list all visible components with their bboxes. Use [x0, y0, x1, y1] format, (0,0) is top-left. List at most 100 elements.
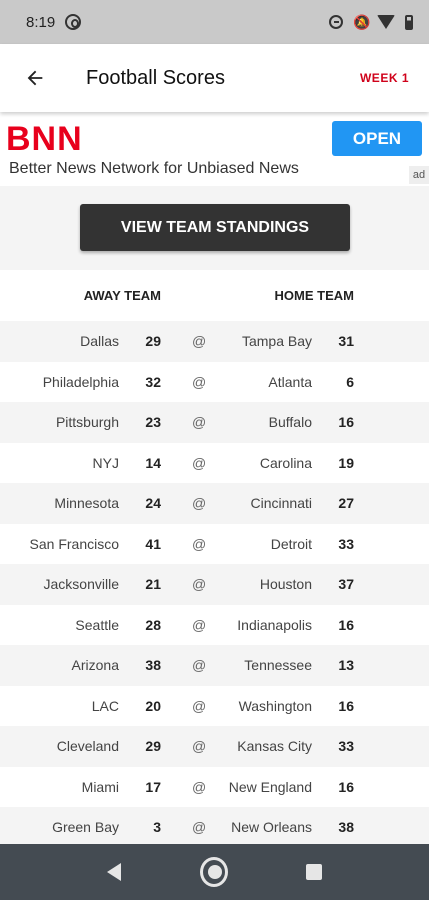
away-team-name: LAC — [91, 697, 119, 714]
back-triangle-icon — [107, 863, 121, 881]
ad-banner[interactable]: BNN Better News Network for Unbiased New… — [0, 116, 429, 186]
status-bar: 8:19 🔕 — [0, 0, 429, 44]
at-separator: @ — [192, 495, 207, 511]
system-nav-bar — [0, 844, 429, 900]
away-team-name: Minnesota — [54, 495, 119, 511]
at-separator: @ — [192, 616, 207, 633]
at-separator: @ — [192, 819, 207, 835]
game-row[interactable]: LAC 20 @ Washington 16 — [0, 685, 429, 726]
away-team-name: Green Bay — [52, 819, 119, 835]
view-team-standings-button[interactable]: VIEW TEAM STANDINGS — [80, 204, 350, 251]
home-team-score: 16 — [338, 414, 354, 430]
away-team-name: Philadelphia — [42, 373, 119, 390]
away-team-name: Jacksonville — [43, 576, 119, 592]
ad-label: ad — [409, 166, 429, 184]
game-row[interactable]: Philadelphia 32 @ Atlanta 6 — [0, 361, 429, 402]
home-team-name: Carolina — [259, 454, 312, 471]
away-team-score: 23 — [145, 414, 161, 430]
home-team-name: Houston — [259, 576, 312, 592]
home-circle-icon — [200, 857, 228, 887]
game-row[interactable]: Green Bay 3 @ New Orleans 38 — [0, 807, 429, 848]
home-team-score: 33 — [338, 535, 354, 552]
away-team-score: 29 — [145, 333, 161, 349]
away-team-score: 28 — [145, 616, 161, 633]
home-team-score: 16 — [338, 697, 354, 714]
home-team-score: 37 — [338, 576, 354, 592]
home-team-name: Tampa Bay — [241, 333, 312, 349]
ad-open-button[interactable]: OPEN — [332, 121, 422, 156]
at-separator: @ — [192, 738, 207, 754]
home-team-name: Cincinnati — [250, 495, 312, 511]
home-team-score: 16 — [338, 778, 354, 795]
game-row[interactable]: NYJ 14 @ Carolina 19 — [0, 442, 429, 483]
scores-list: Dallas 29 @ Tampa Bay 31 Philadelphia 32… — [0, 321, 429, 848]
away-team-name: Cleveland — [56, 738, 119, 754]
game-row[interactable]: Jacksonville 21 @ Houston 37 — [0, 564, 429, 605]
back-button[interactable] — [22, 65, 48, 91]
away-team-name: San Francisco — [29, 535, 119, 552]
away-team-score: 20 — [145, 697, 161, 714]
home-team-name: Washington — [238, 697, 312, 714]
home-team-name: Kansas City — [237, 738, 312, 754]
home-team-score: 16 — [338, 616, 354, 633]
alarm-icon — [329, 15, 343, 29]
home-team-score: 38 — [338, 819, 354, 835]
home-team-name: Indianapolis — [237, 616, 312, 633]
recents-square-icon — [306, 864, 322, 880]
away-team-name: Seattle — [75, 616, 119, 633]
at-separator: @ — [192, 535, 207, 552]
home-team-name: Detroit — [270, 535, 312, 552]
home-team-score: 19 — [338, 454, 354, 471]
page-title: Football Scores — [86, 66, 225, 89]
status-icons: 🔕 — [329, 14, 413, 30]
home-team-name: Buffalo — [268, 414, 312, 430]
app-bar: Football Scores WEEK 1 — [0, 44, 429, 112]
home-team-score: 13 — [338, 657, 354, 673]
game-row[interactable]: San Francisco 41 @ Detroit 33 — [0, 523, 429, 564]
away-team-score: 24 — [145, 495, 161, 511]
game-row[interactable]: Pittsburgh 23 @ Buffalo 16 — [0, 402, 429, 443]
nav-back-button[interactable] — [100, 858, 128, 886]
at-separator: @ — [192, 454, 207, 471]
away-team-score: 17 — [145, 778, 161, 795]
home-team-name: Atlanta — [268, 373, 312, 390]
game-row[interactable]: Minnesota 24 @ Cincinnati 27 — [0, 483, 429, 524]
at-separator: @ — [192, 576, 207, 592]
home-team-header: HOME TEAM — [274, 288, 354, 303]
at-separator: @ — [192, 697, 207, 714]
game-row[interactable]: Seattle 28 @ Indianapolis 16 — [0, 604, 429, 645]
nav-recents-button[interactable] — [300, 858, 328, 886]
at-separator: @ — [192, 414, 207, 430]
away-team-score: 29 — [145, 738, 161, 754]
home-team-name: New England — [228, 778, 312, 795]
home-team-name: Tennessee — [244, 657, 312, 673]
away-team-score: 3 — [153, 819, 161, 835]
away-team-name: NYJ — [92, 454, 119, 471]
nav-home-button[interactable] — [200, 857, 228, 887]
away-team-score: 32 — [145, 373, 161, 390]
away-team-score: 38 — [145, 657, 161, 673]
battery-icon — [405, 14, 413, 30]
away-team-score: 41 — [145, 535, 161, 552]
game-row[interactable]: Dallas 29 @ Tampa Bay 31 — [0, 321, 429, 362]
ad-tagline: Better News Network for Unbiased News — [9, 160, 299, 177]
home-team-score: 27 — [338, 495, 354, 511]
week-selector-button[interactable]: WEEK 1 — [360, 71, 409, 85]
at-separator: @ — [192, 333, 207, 349]
away-team-score: 21 — [145, 576, 161, 592]
home-team-score: 6 — [346, 373, 354, 390]
away-team-name: Pittsburgh — [55, 414, 119, 430]
home-team-score: 33 — [338, 738, 354, 754]
away-team-name: Arizona — [71, 657, 119, 673]
sync-icon — [65, 14, 82, 30]
game-row[interactable]: Cleveland 29 @ Kansas City 33 — [0, 726, 429, 767]
at-separator: @ — [192, 373, 207, 390]
at-separator: @ — [192, 778, 207, 795]
away-team-score: 14 — [145, 454, 161, 471]
game-row[interactable]: Miami 17 @ New England 16 — [0, 766, 429, 807]
status-time: 8:19 — [26, 13, 56, 31]
game-row[interactable]: Arizona 38 @ Tennessee 13 — [0, 645, 429, 686]
home-team-score: 31 — [338, 333, 354, 349]
bell-off-icon: 🔕 — [353, 14, 371, 30]
wifi-icon — [377, 15, 395, 29]
